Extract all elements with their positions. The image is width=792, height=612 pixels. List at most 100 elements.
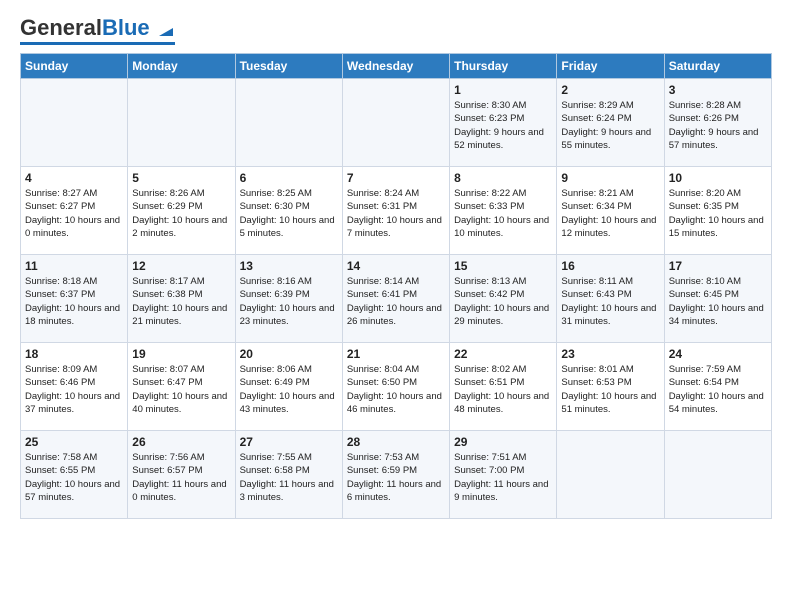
- day-number: 22: [454, 347, 552, 361]
- day-cell: 24 Sunrise: 7:59 AM Sunset: 6:54 PM Dayli…: [664, 343, 771, 431]
- day-info: Sunrise: 8:18 AM Sunset: 6:37 PM Dayligh…: [25, 275, 123, 328]
- day-number: 23: [561, 347, 659, 361]
- day-number: 20: [240, 347, 338, 361]
- day-info: Sunrise: 7:55 AM Sunset: 6:58 PM Dayligh…: [240, 451, 338, 504]
- day-number: 12: [132, 259, 230, 273]
- day-number: 11: [25, 259, 123, 273]
- day-info: Sunrise: 8:04 AM Sunset: 6:50 PM Dayligh…: [347, 363, 445, 416]
- day-info: Sunrise: 8:30 AM Sunset: 6:23 PM Dayligh…: [454, 99, 552, 152]
- day-cell: 7 Sunrise: 8:24 AM Sunset: 6:31 PM Daylig…: [342, 167, 449, 255]
- day-info: Sunrise: 8:24 AM Sunset: 6:31 PM Dayligh…: [347, 187, 445, 240]
- day-info: Sunrise: 8:11 AM Sunset: 6:43 PM Dayligh…: [561, 275, 659, 328]
- day-cell: 11 Sunrise: 8:18 AM Sunset: 6:37 PM Dayli…: [21, 255, 128, 343]
- day-cell: 12 Sunrise: 8:17 AM Sunset: 6:38 PM Dayli…: [128, 255, 235, 343]
- day-cell: 13Sunrise: 8:16 AM Sunset: 6:39 PM Dayli…: [235, 255, 342, 343]
- day-info: Sunrise: 8:02 AM Sunset: 6:51 PM Dayligh…: [454, 363, 552, 416]
- day-cell: [664, 431, 771, 519]
- day-cell: 28 Sunrise: 7:53 AM Sunset: 6:59 PM Dayli…: [342, 431, 449, 519]
- day-number: 9: [561, 171, 659, 185]
- day-info: Sunrise: 8:26 AM Sunset: 6:29 PM Dayligh…: [132, 187, 230, 240]
- day-info: Sunrise: 8:13 AM Sunset: 6:42 PM Dayligh…: [454, 275, 552, 328]
- day-number: 10: [669, 171, 767, 185]
- day-info: Sunrise: 8:16 AM Sunset: 6:39 PM Dayligh…: [240, 275, 338, 328]
- day-number: 7: [347, 171, 445, 185]
- day-cell: 9 Sunrise: 8:21 AM Sunset: 6:34 PM Daylig…: [557, 167, 664, 255]
- day-cell: 3 Sunrise: 8:28 AM Sunset: 6:26 PM Daylig…: [664, 79, 771, 167]
- column-header-friday: Friday: [557, 54, 664, 79]
- day-info: Sunrise: 7:58 AM Sunset: 6:55 PM Dayligh…: [25, 451, 123, 504]
- day-info: Sunrise: 7:59 AM Sunset: 6:54 PM Dayligh…: [669, 363, 767, 416]
- day-cell: [342, 79, 449, 167]
- column-header-saturday: Saturday: [664, 54, 771, 79]
- day-number: 8: [454, 171, 552, 185]
- calendar-page: GeneralBlue SundayMondayTuesdayWednesday…: [0, 0, 792, 612]
- day-number: 25: [25, 435, 123, 449]
- calendar-table: SundayMondayTuesdayWednesdayThursdayFrid…: [20, 53, 772, 519]
- logo-general: General: [20, 15, 102, 40]
- header: GeneralBlue: [20, 16, 772, 45]
- day-cell: 14Sunrise: 8:14 AM Sunset: 6:41 PM Dayli…: [342, 255, 449, 343]
- day-info: Sunrise: 8:01 AM Sunset: 6:53 PM Dayligh…: [561, 363, 659, 416]
- week-row-4: 18 Sunrise: 8:09 AM Sunset: 6:46 PM Dayli…: [21, 343, 772, 431]
- day-number: 24: [669, 347, 767, 361]
- column-header-monday: Monday: [128, 54, 235, 79]
- day-info: Sunrise: 8:06 AM Sunset: 6:49 PM Dayligh…: [240, 363, 338, 416]
- week-row-3: 11 Sunrise: 8:18 AM Sunset: 6:37 PM Dayli…: [21, 255, 772, 343]
- day-info: Sunrise: 8:09 AM Sunset: 6:46 PM Dayligh…: [25, 363, 123, 416]
- day-cell: [21, 79, 128, 167]
- day-cell: 4 Sunrise: 8:27 AM Sunset: 6:27 PM Daylig…: [21, 167, 128, 255]
- day-cell: [128, 79, 235, 167]
- column-header-sunday: Sunday: [21, 54, 128, 79]
- day-number: 1: [454, 83, 552, 97]
- day-cell: 16Sunrise: 8:11 AM Sunset: 6:43 PM Dayli…: [557, 255, 664, 343]
- week-row-2: 4 Sunrise: 8:27 AM Sunset: 6:27 PM Daylig…: [21, 167, 772, 255]
- column-header-wednesday: Wednesday: [342, 54, 449, 79]
- day-info: Sunrise: 8:10 AM Sunset: 6:45 PM Dayligh…: [669, 275, 767, 328]
- day-cell: [235, 79, 342, 167]
- day-cell: 5 Sunrise: 8:26 AM Sunset: 6:29 PM Daylig…: [128, 167, 235, 255]
- logo-blue: Blue: [102, 15, 150, 40]
- day-cell: [557, 431, 664, 519]
- day-cell: 18 Sunrise: 8:09 AM Sunset: 6:46 PM Dayli…: [21, 343, 128, 431]
- day-cell: 27 Sunrise: 7:55 AM Sunset: 6:58 PM Dayli…: [235, 431, 342, 519]
- day-info: Sunrise: 8:22 AM Sunset: 6:33 PM Dayligh…: [454, 187, 552, 240]
- day-number: 4: [25, 171, 123, 185]
- day-cell: 26 Sunrise: 7:56 AM Sunset: 6:57 PM Dayli…: [128, 431, 235, 519]
- day-info: Sunrise: 8:28 AM Sunset: 6:26 PM Dayligh…: [669, 99, 767, 152]
- day-number: 14: [347, 259, 445, 273]
- column-header-thursday: Thursday: [450, 54, 557, 79]
- day-number: 5: [132, 171, 230, 185]
- day-cell: 25 Sunrise: 7:58 AM Sunset: 6:55 PM Dayli…: [21, 431, 128, 519]
- day-cell: 10Sunrise: 8:20 AM Sunset: 6:35 PM Dayli…: [664, 167, 771, 255]
- day-cell: 6Sunrise: 8:25 AM Sunset: 6:30 PM Daylig…: [235, 167, 342, 255]
- day-number: 2: [561, 83, 659, 97]
- day-number: 3: [669, 83, 767, 97]
- day-number: 28: [347, 435, 445, 449]
- logo-underline: [20, 42, 175, 45]
- day-cell: 20 Sunrise: 8:06 AM Sunset: 6:49 PM Dayli…: [235, 343, 342, 431]
- day-number: 17: [669, 259, 767, 273]
- day-info: Sunrise: 7:56 AM Sunset: 6:57 PM Dayligh…: [132, 451, 230, 504]
- day-number: 21: [347, 347, 445, 361]
- calendar-header-row: SundayMondayTuesdayWednesdayThursdayFrid…: [21, 54, 772, 79]
- column-header-tuesday: Tuesday: [235, 54, 342, 79]
- week-row-5: 25 Sunrise: 7:58 AM Sunset: 6:55 PM Dayli…: [21, 431, 772, 519]
- logo: GeneralBlue: [20, 16, 175, 45]
- day-cell: 2 Sunrise: 8:29 AM Sunset: 6:24 PM Daylig…: [557, 79, 664, 167]
- day-cell: 8 Sunrise: 8:22 AM Sunset: 6:33 PM Daylig…: [450, 167, 557, 255]
- day-number: 19: [132, 347, 230, 361]
- day-cell: 1 Sunrise: 8:30 AM Sunset: 6:23 PM Daylig…: [450, 79, 557, 167]
- day-number: 18: [25, 347, 123, 361]
- day-info: Sunrise: 8:27 AM Sunset: 6:27 PM Dayligh…: [25, 187, 123, 240]
- day-cell: 15Sunrise: 8:13 AM Sunset: 6:42 PM Dayli…: [450, 255, 557, 343]
- day-number: 6: [240, 171, 338, 185]
- day-info: Sunrise: 8:17 AM Sunset: 6:38 PM Dayligh…: [132, 275, 230, 328]
- week-row-1: 1 Sunrise: 8:30 AM Sunset: 6:23 PM Daylig…: [21, 79, 772, 167]
- day-number: 26: [132, 435, 230, 449]
- day-info: Sunrise: 8:21 AM Sunset: 6:34 PM Dayligh…: [561, 187, 659, 240]
- day-info: Sunrise: 8:29 AM Sunset: 6:24 PM Dayligh…: [561, 99, 659, 152]
- day-cell: 29Sunrise: 7:51 AM Sunset: 7:00 PM Dayli…: [450, 431, 557, 519]
- day-info: Sunrise: 8:07 AM Sunset: 6:47 PM Dayligh…: [132, 363, 230, 416]
- day-number: 27: [240, 435, 338, 449]
- day-info: Sunrise: 7:53 AM Sunset: 6:59 PM Dayligh…: [347, 451, 445, 504]
